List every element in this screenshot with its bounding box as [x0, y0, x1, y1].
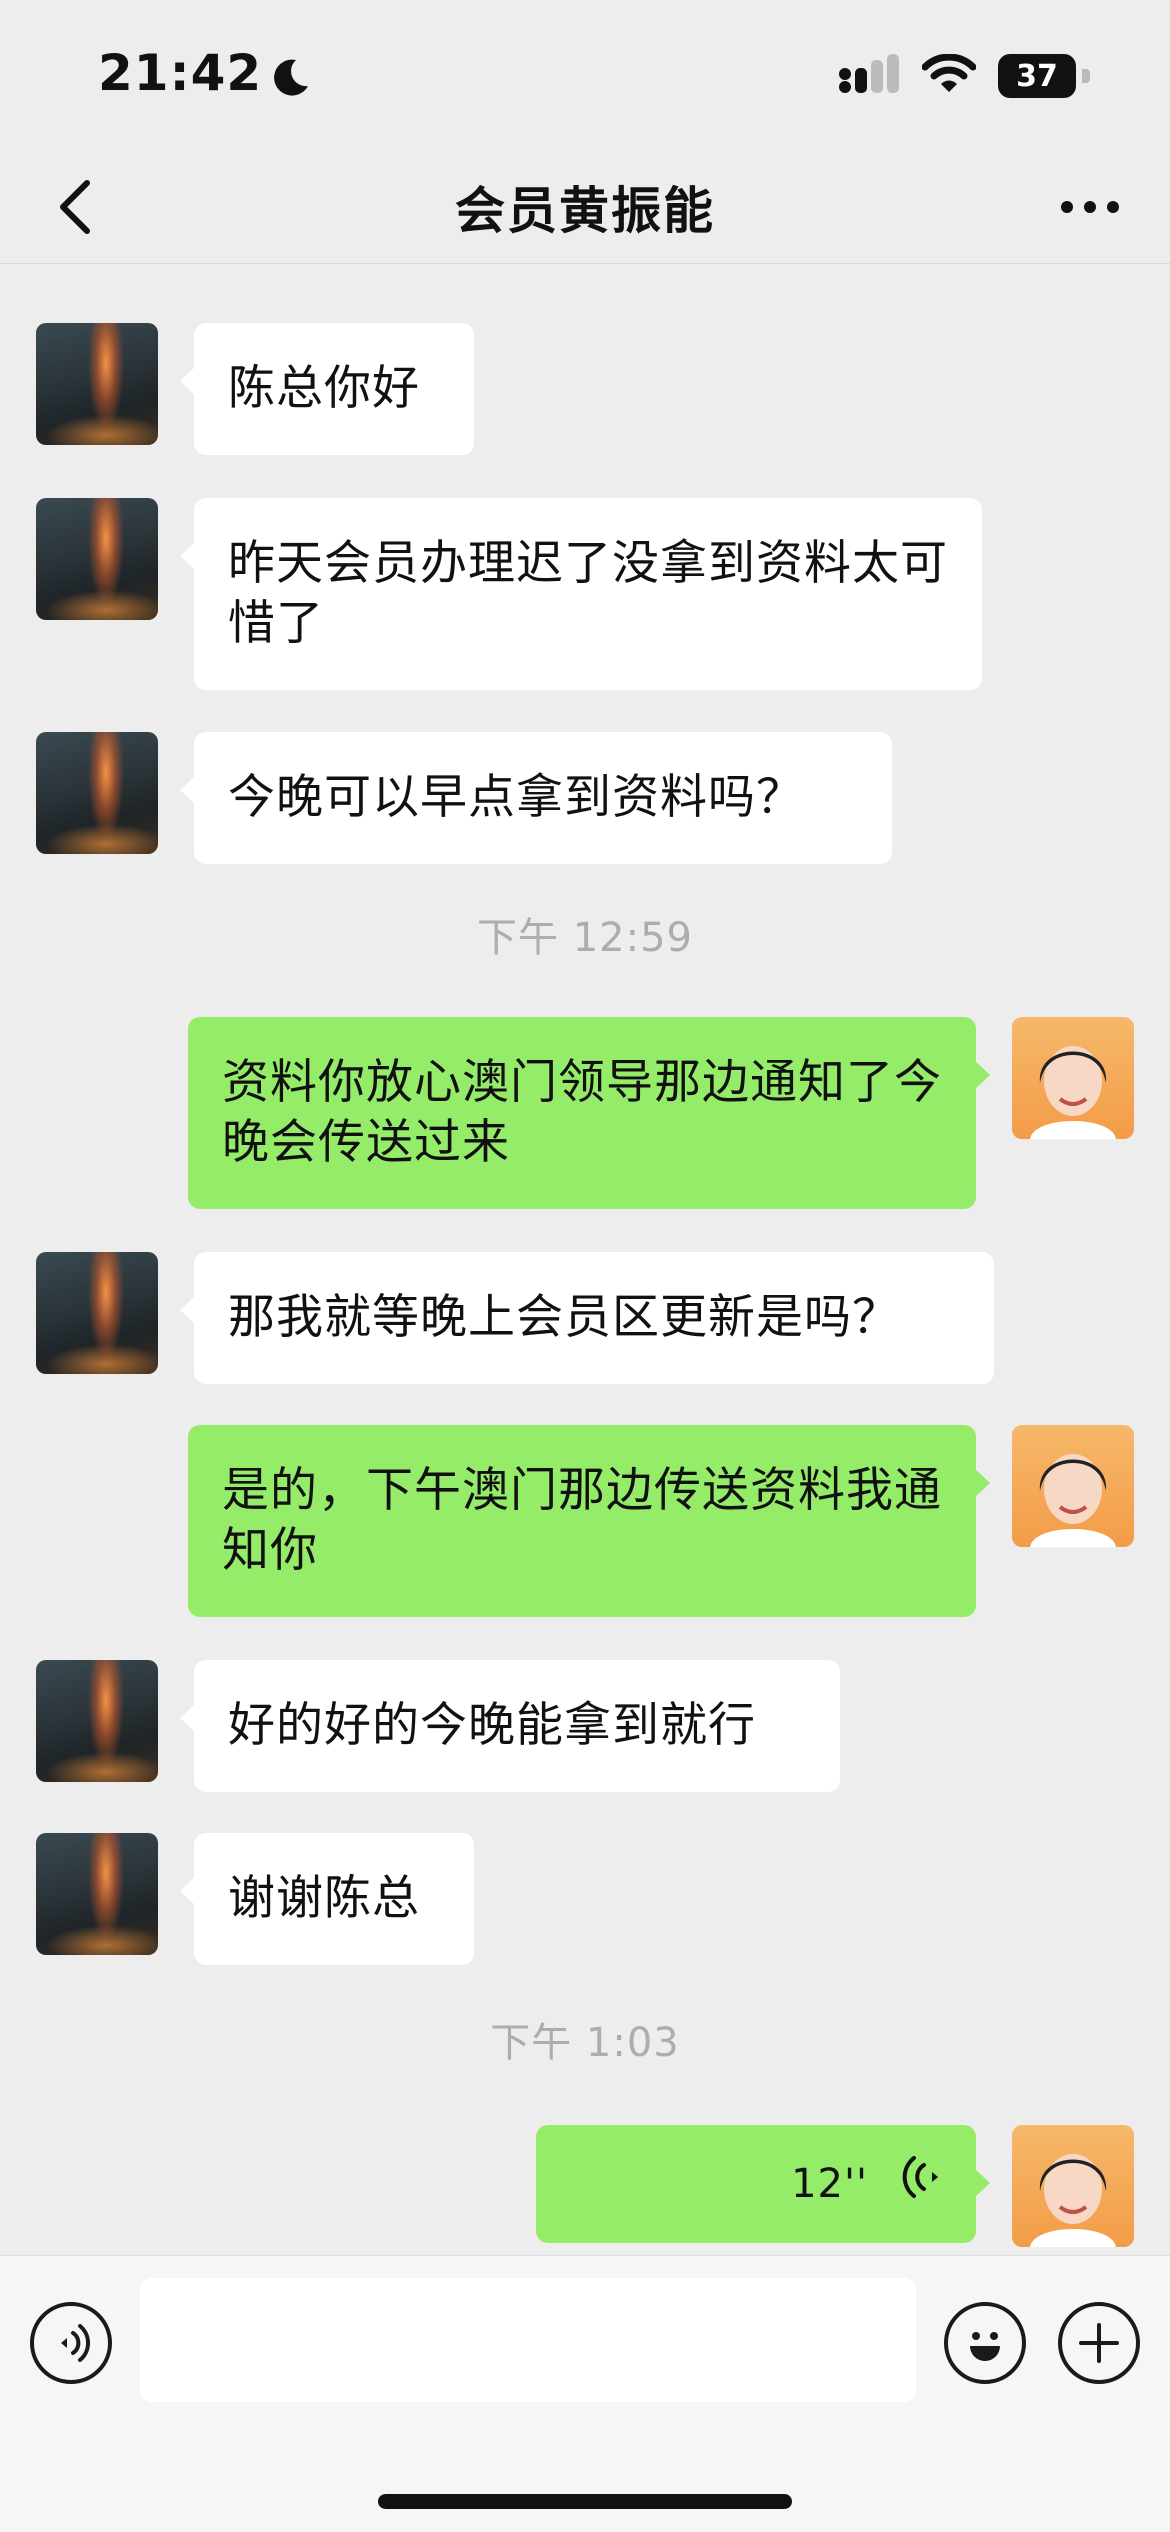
- wifi-icon: [921, 53, 977, 98]
- clock-text: 21:42: [98, 44, 263, 102]
- chat-area[interactable]: 陈总你好 昨天会员办理迟了没拿到资料太可惜了 今晚可以早点拿到资料吗？ 下午 1…: [0, 265, 1170, 2255]
- contact-avatar[interactable]: [36, 732, 158, 854]
- message-bubble-outgoing[interactable]: 是的，下午澳门那边传送资料我通知你: [188, 1425, 990, 1617]
- contact-avatar[interactable]: [36, 498, 158, 620]
- status-bar: 21:42 37: [0, 0, 1170, 150]
- battery-icon: 37: [998, 54, 1090, 98]
- timestamp: 下午 12:59: [477, 915, 693, 961]
- contact-avatar[interactable]: [36, 323, 158, 445]
- contact-avatar[interactable]: [36, 1660, 158, 1782]
- home-indicator[interactable]: [378, 2494, 792, 2509]
- contact-avatar[interactable]: [36, 1252, 158, 1374]
- battery-tip: [1082, 69, 1090, 83]
- message-bubble-incoming[interactable]: 陈总你好: [180, 323, 474, 455]
- message-input[interactable]: [140, 2278, 916, 2402]
- voice-message-bubble[interactable]: 12'': [536, 2125, 990, 2243]
- more-dots-icon[interactable]: [1050, 172, 1130, 242]
- self-avatar[interactable]: [1012, 2125, 1134, 2247]
- timestamp: 下午 1:03: [490, 2020, 680, 2066]
- contact-avatar[interactable]: [36, 1833, 158, 1955]
- message-bubble-incoming[interactable]: 好的好的今晚能拿到就行: [180, 1660, 840, 1792]
- message-bubble-incoming[interactable]: 今晚可以早点拿到资料吗？: [180, 732, 892, 864]
- message-bubble-incoming[interactable]: 昨天会员办理迟了没拿到资料太可惜了: [180, 498, 982, 690]
- moon-icon: [270, 52, 312, 96]
- voice-icon[interactable]: [30, 2302, 112, 2384]
- emoji-icon[interactable]: [944, 2302, 1026, 2384]
- voice-wave-icon: [902, 2154, 942, 2214]
- plus-icon[interactable]: [1058, 2302, 1140, 2384]
- status-indicators: 37: [838, 53, 1090, 98]
- signal-icon: [838, 54, 900, 98]
- voice-duration: 12'': [791, 2161, 868, 2207]
- message-bubble-incoming[interactable]: 那我就等晚上会员区更新是吗？: [180, 1252, 994, 1384]
- message-bubble-incoming[interactable]: 谢谢陈总: [180, 1833, 474, 1965]
- battery-level: 37: [998, 54, 1076, 98]
- input-bar: [0, 2255, 1170, 2532]
- nav-bar: 会员黄振能: [0, 150, 1170, 264]
- self-avatar[interactable]: [1012, 1425, 1134, 1547]
- chat-title: 会员黄振能: [455, 182, 715, 240]
- status-time: 21:42: [98, 44, 312, 102]
- message-bubble-outgoing[interactable]: 资料你放心澳门领导那边通知了今晚会传送过来: [188, 1017, 990, 1209]
- self-avatar[interactable]: [1012, 1017, 1134, 1139]
